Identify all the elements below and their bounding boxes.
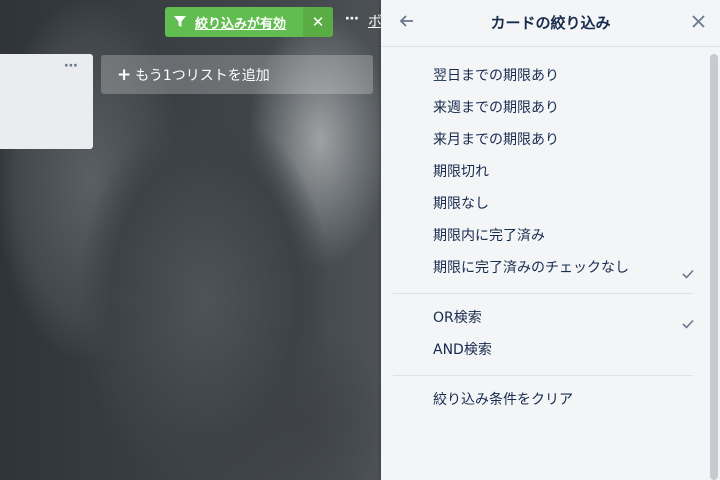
- filter-due-unchecked[interactable]: 期限に完了済みのチェックなし: [393, 252, 694, 284]
- filter-menu: 翌日までの期限あり 来週までの期限あり 来月までの期限あり 期限切れ 期限なし …: [393, 60, 694, 416]
- panel-scrollbar[interactable]: [710, 54, 718, 480]
- add-list-button[interactable]: + もう1つリストを追加: [101, 55, 373, 94]
- filter-due-next-week[interactable]: 来週までの期限あり: [393, 92, 693, 124]
- filter-no-due[interactable]: 期限なし: [393, 188, 693, 220]
- add-list-label: もう1つリストを追加: [135, 67, 270, 84]
- panel-title: カードの絞り込み: [490, 14, 611, 32]
- filter-completed-on-time[interactable]: 期限内に完了済み: [393, 220, 693, 252]
- divider: [393, 375, 693, 376]
- list: ⋯: [0, 54, 93, 149]
- filter-overdue[interactable]: 期限切れ: [393, 156, 693, 188]
- header-more-icon[interactable]: ⋯: [345, 11, 359, 27]
- clear-filter-button[interactable]: 絞り込み条件をクリア: [393, 384, 693, 416]
- filter-active-pill[interactable]: 絞り込みが有効 ✕: [165, 7, 333, 37]
- filter-due-tomorrow[interactable]: 翌日までの期限あり: [393, 60, 693, 92]
- filter-panel: カードの絞り込み 翌日までの期限あり 来週までの期限あり 来月までの期限あり 期…: [381, 0, 720, 480]
- filter-funnel-icon: [165, 16, 195, 28]
- filter-due-next-month[interactable]: 来月までの期限あり: [393, 124, 693, 156]
- filter-or-search[interactable]: OR検索: [393, 302, 694, 334]
- panel-header: カードの絞り込み: [381, 0, 720, 47]
- filter-and-search[interactable]: AND検索: [393, 334, 693, 366]
- clear-filter-icon[interactable]: ✕: [303, 7, 333, 37]
- close-icon[interactable]: [691, 14, 706, 33]
- check-icon: [681, 261, 695, 293]
- divider: [393, 293, 693, 294]
- list-menu-icon[interactable]: ⋯: [64, 58, 79, 74]
- filter-active-label[interactable]: 絞り込みが有効: [195, 13, 303, 32]
- board-menu-link[interactable]: ボ: [368, 11, 382, 31]
- plus-icon: +: [117, 64, 132, 85]
